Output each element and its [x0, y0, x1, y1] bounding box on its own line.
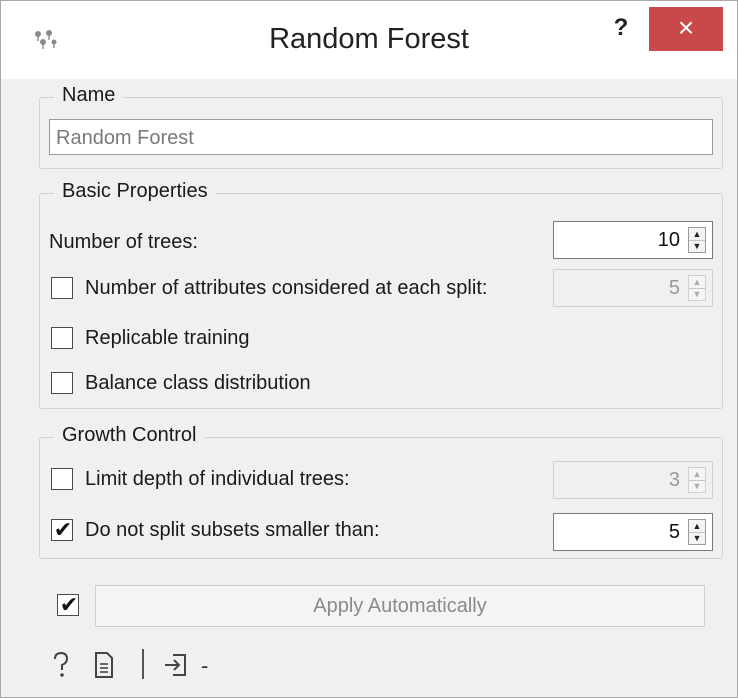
- num-trees-stepper[interactable]: ▲ ▼: [688, 227, 706, 253]
- limit-depth-value: 3: [668, 469, 680, 491]
- apply-automatically-button[interactable]: Apply Automatically: [95, 585, 705, 627]
- decrement-arrow-icon[interactable]: ▼: [689, 532, 705, 544]
- num-attrs-checkbox[interactable]: [51, 277, 73, 299]
- min-split-label: Do not split subsets smaller than:: [85, 519, 380, 541]
- status-separator: [142, 649, 144, 679]
- min-split-checkbox[interactable]: ✔: [51, 517, 73, 542]
- checkmark-icon: ✔: [59, 592, 79, 617]
- title-bar: Random Forest ? ×: [1, 1, 737, 79]
- question-mark-icon[interactable]: [51, 651, 71, 686]
- num-trees-label: Number of trees:: [49, 231, 198, 253]
- close-button[interactable]: ×: [649, 7, 723, 51]
- growth-control-title: Growth Control: [54, 424, 205, 447]
- checkmark-icon: ✔: [53, 517, 73, 542]
- limit-depth-stepper[interactable]: ▲ ▼: [688, 467, 706, 493]
- limit-depth-spinbox[interactable]: 3 ▲ ▼: [553, 461, 713, 499]
- decrement-arrow-icon[interactable]: ▼: [689, 288, 705, 300]
- input-arrow-icon[interactable]: [163, 651, 189, 686]
- basic-properties-title: Basic Properties: [54, 180, 216, 203]
- status-text: -: [201, 653, 209, 678]
- limit-depth-checkbox[interactable]: [51, 468, 73, 490]
- min-split-stepper[interactable]: ▲ ▼: [688, 519, 706, 545]
- num-attrs-label: Number of attributes considered at each …: [85, 277, 488, 299]
- name-input[interactable]: Random Forest: [49, 119, 713, 155]
- decrement-arrow-icon[interactable]: ▼: [689, 240, 705, 252]
- replicable-training-label: Replicable training: [85, 327, 250, 349]
- decrement-arrow-icon[interactable]: ▼: [689, 480, 705, 492]
- num-attrs-value: 5: [668, 277, 680, 299]
- help-button[interactable]: ?: [601, 13, 641, 43]
- num-trees-value: 10: [657, 229, 680, 251]
- min-split-spinbox[interactable]: 5 ▲ ▼: [553, 513, 713, 551]
- min-split-value: 5: [668, 521, 680, 543]
- num-attrs-spinbox[interactable]: 5 ▲ ▼: [553, 269, 713, 307]
- replicable-training-checkbox[interactable]: [51, 327, 73, 349]
- balance-class-label: Balance class distribution: [85, 372, 311, 394]
- auto-apply-checkbox[interactable]: ✔: [57, 592, 79, 617]
- num-trees-spinbox[interactable]: 10 ▲ ▼: [553, 221, 713, 259]
- balance-class-checkbox[interactable]: [51, 372, 73, 394]
- num-attrs-stepper[interactable]: ▲ ▼: [688, 275, 706, 301]
- name-group-title: Name: [54, 84, 124, 107]
- document-icon[interactable]: [93, 651, 115, 686]
- widget-window: Random Forest ? × Name Random Forest Bas…: [0, 0, 738, 698]
- limit-depth-label: Limit depth of individual trees:: [85, 468, 350, 490]
